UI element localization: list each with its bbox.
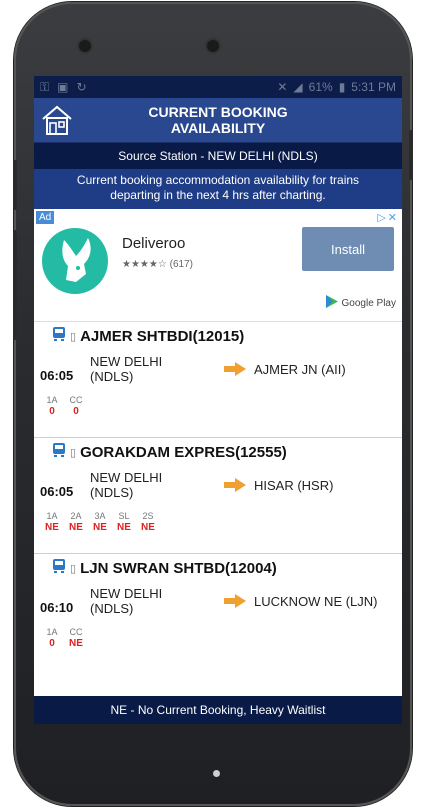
battery-level: 61% [308,80,333,94]
class-value: NE [93,522,107,533]
page-title-line2: AVAILABILITY [170,120,266,136]
placeholder-glyph-icon: ▯ [70,446,77,459]
google-play-label: Google Play [341,297,396,309]
info-line1: Current booking accommodation availabili… [76,173,360,187]
class-availability: 1A 0 CC NE [40,626,88,650]
from-station-line2: (NDLS) [90,601,134,616]
ad-rating: ★★★★☆ (617) [122,259,193,270]
google-play-icon [325,295,338,311]
class-code: SL [118,511,130,521]
image-icon: ▣ [57,79,69,94]
class-availability: 1A 0 CC 0 [40,394,88,418]
from-station-line2: (NDLS) [90,485,134,500]
departure-time: 06:10 [40,600,74,615]
deliveroo-logo[interactable] [42,228,108,294]
class-code: 2A [70,511,82,521]
legend-footer: NE - No Current Booking, Heavy Waitlist [34,696,402,724]
class-code: 1A [46,627,58,637]
install-button[interactable]: Install [302,227,394,271]
battery-icon: ▮ [338,80,346,94]
class-value: NE [141,522,155,533]
arrow-right-icon [224,594,246,613]
destination-station: LUCKNOW NE (LJN) [254,594,378,609]
class-value: NE [69,638,83,649]
source-station-bar: Source Station - NEW DELHI (NDLS) [34,143,402,169]
class-code: 2S [142,511,154,521]
class-value: NE [45,522,59,533]
side-button [13,230,17,340]
phone-camera [207,40,219,52]
class-value: 0 [49,638,55,649]
arrow-right-icon [224,478,246,497]
status-bar: ⚿ ▣ ↻ ✕ ◢ 61% ▮ 5:31 PM [34,76,402,98]
class-cell: 1A NE [40,510,64,534]
class-cell: 1A 0 [40,394,64,418]
ad-app-name: Deliveroo [122,235,186,252]
class-value: NE [117,522,131,533]
phone-sensor [79,40,91,52]
class-cell: 1A 0 [40,626,64,650]
ad-badge: Ad [36,211,55,224]
class-code: 3A [94,511,106,521]
volume-button [13,160,17,210]
destination-station: HISAR (HSR) [254,478,334,493]
departure-time: 06:05 [40,368,74,383]
class-code: CC [69,627,83,637]
from-station: NEW DELHI (NDLS) [90,354,162,384]
from-station: NEW DELHI (NDLS) [90,470,162,500]
class-value: NE [69,522,83,533]
from-station-line1: NEW DELHI [90,470,163,485]
page-title: CURRENT BOOKING AVAILABILITY [128,104,308,136]
train-item[interactable]: ▯ GORAKDAM EXPRES(12555) 06:05 NEW DELHI… [34,438,402,554]
departure-time: 06:05 [40,484,74,499]
wifi-icon: ◢ [293,80,303,94]
train-name: LJN SWRAN SHTBD(12004) [80,559,277,577]
key-icon: ⚿ [40,79,50,94]
train-icon [52,326,66,346]
train-icon [52,558,66,578]
app-screen: ⚿ ▣ ↻ ✕ ◢ 61% ▮ 5:31 PM CURRENT BOOKING … [34,76,402,724]
class-cell: 2S NE [136,510,160,534]
sync-icon: ↻ [76,79,87,94]
from-station: NEW DELHI (NDLS) [90,586,162,616]
ad-stars: ★★★★☆ [122,259,167,270]
train-icon [52,442,66,462]
phone-home-indicator [213,770,220,777]
class-cell: CC 0 [64,394,88,418]
from-station-line1: NEW DELHI [90,586,163,601]
from-station-line2: (NDLS) [90,369,134,384]
class-value: 0 [73,406,79,417]
class-cell: CC NE [64,626,88,650]
from-station-line1: NEW DELHI [90,354,163,369]
class-code: CC [69,395,83,405]
info-line2: departing in the next 4 hrs after charti… [110,188,326,202]
class-cell: 3A NE [88,510,112,534]
mute-icon: ✕ [277,80,288,94]
info-bar: Current booking accommodation availabili… [34,169,402,209]
class-value: 0 [49,406,55,417]
google-play-badge[interactable]: Google Play [325,295,396,311]
ad-close-icon[interactable]: ▷✕ [377,211,399,224]
home-icon[interactable] [40,104,74,141]
placeholder-glyph-icon: ▯ [70,562,77,575]
train-name: GORAKDAM EXPRES(12555) [80,443,287,461]
destination-station: AJMER JN (AII) [254,362,346,377]
class-code: 1A [46,511,58,521]
ad-banner[interactable]: Ad ▷✕ Deliveroo ★★★★☆ (617) Install Goog… [34,209,402,322]
clock: 5:31 PM [351,80,396,94]
power-button [409,130,413,180]
ad-rating-count: (617) [169,259,193,270]
class-cell: SL NE [112,510,136,534]
train-name: AJMER SHTBDI(12015) [80,327,245,345]
class-cell: 2A NE [64,510,88,534]
arrow-right-icon [224,362,246,381]
app-header: CURRENT BOOKING AVAILABILITY [34,98,402,143]
train-item[interactable]: ▯ AJMER SHTBDI(12015) 06:05 NEW DELHI (N… [34,322,402,438]
page-title-line1: CURRENT BOOKING [148,104,288,120]
class-code: 1A [46,395,58,405]
class-availability: 1A NE 2A NE 3A NE SL NE 2S NE [40,510,160,534]
train-item[interactable]: ▯ LJN SWRAN SHTBD(12004) 06:10 NEW DELHI… [34,554,402,670]
placeholder-glyph-icon: ▯ [70,330,77,343]
